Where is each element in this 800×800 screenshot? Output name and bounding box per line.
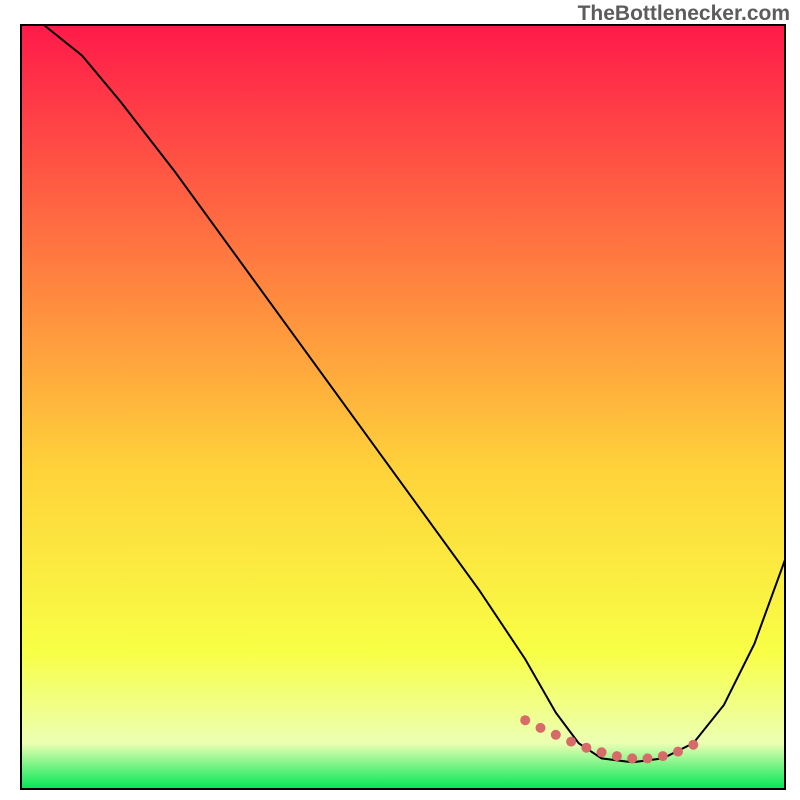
highlight-dot <box>627 753 637 763</box>
bottleneck-chart <box>0 0 800 800</box>
highlight-dot <box>658 751 668 761</box>
highlight-dot <box>643 753 653 763</box>
highlight-dot <box>688 740 698 750</box>
highlight-dot <box>673 747 683 757</box>
highlight-dot <box>536 723 546 733</box>
highlight-dot <box>551 730 561 740</box>
highlight-dot <box>520 715 530 725</box>
highlight-dot <box>597 747 607 757</box>
watermark-text: TheBottlenecker.com <box>578 2 790 26</box>
highlight-dot <box>612 751 622 761</box>
highlight-dot <box>566 737 576 747</box>
highlight-dot <box>581 743 591 753</box>
gradient-background <box>21 25 785 789</box>
